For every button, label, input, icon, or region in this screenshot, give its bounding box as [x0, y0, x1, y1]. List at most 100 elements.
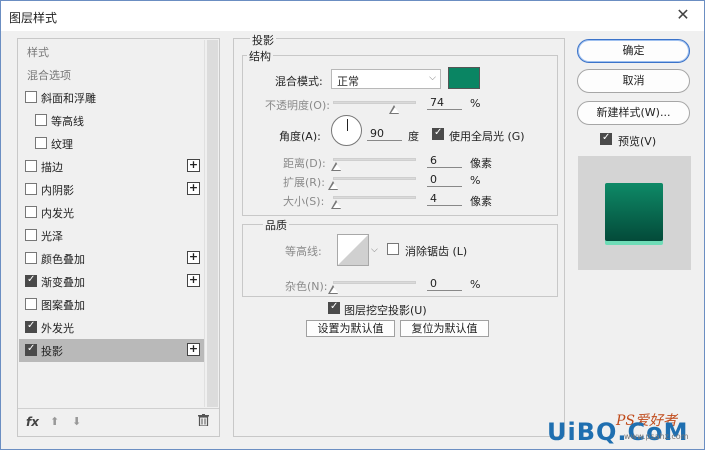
new-style-button[interactable]: 新建样式(W)...	[577, 101, 690, 125]
style-row[interactable]: 描边 +	[19, 155, 204, 178]
style-row[interactable]: 纹理	[19, 132, 204, 155]
style-row-label: 等高线	[51, 115, 84, 128]
layer-style-dialog: 图层样式 ✕ 样式 混合选项 斜面和浮雕等高线纹理描边 + 内阴影 + 内发光光泽颜色叠加 +…	[0, 0, 705, 450]
shadow-color-swatch[interactable]	[448, 67, 480, 89]
style-row-label: 内阴影	[41, 184, 74, 197]
angle-label: 角度(A):	[279, 130, 321, 143]
trash-icon[interactable]	[198, 414, 209, 429]
size-slider-track[interactable]	[333, 196, 416, 199]
preview-checkbox[interactable]	[600, 132, 612, 145]
style-row[interactable]: 混合选项	[19, 63, 204, 86]
chevron-down-icon: ⌵	[429, 73, 436, 83]
opacity-label: 不透明度(O):	[265, 99, 330, 112]
distance-input[interactable]: 6	[427, 154, 462, 168]
ok-button[interactable]: 确定	[577, 39, 690, 63]
preview-label: 预览(V)	[618, 135, 657, 148]
style-row[interactable]: 渐变叠加 +	[19, 270, 204, 293]
style-row-label: 描边	[41, 161, 63, 174]
style-row-label: 颜色叠加	[41, 253, 85, 266]
dialog-body: 样式混合选项斜面和浮雕等高线纹理描边 + 内阴影 + 内发光光泽颜色叠加 + 渐变叠加 + 图案…	[1, 31, 704, 449]
style-checkbox[interactable]	[25, 206, 37, 218]
knockout-checkbox[interactable]	[328, 301, 340, 314]
drop-shadow-panel: 投影 结构 混合模式: 正常 ⌵ 不透明度(O): 74 % 角度(A): 90…	[233, 32, 565, 437]
size-input[interactable]: 4	[427, 192, 462, 206]
style-checkbox[interactable]	[25, 252, 37, 264]
style-checkbox[interactable]	[25, 343, 37, 356]
arrow-up-icon[interactable]: ⬆	[50, 415, 59, 428]
blend-mode-select[interactable]: 正常 ⌵	[331, 69, 441, 89]
style-row-label: 光泽	[41, 230, 63, 243]
opacity-slider-track[interactable]	[333, 101, 416, 104]
spread-slider-track[interactable]	[333, 177, 416, 180]
noise-unit: %	[470, 278, 481, 291]
add-effect-icon[interactable]: +	[187, 343, 200, 356]
style-row[interactable]: 光泽	[19, 224, 204, 247]
noise-input[interactable]: 0	[427, 277, 462, 291]
opacity-slider-thumb[interactable]	[389, 105, 400, 114]
style-checkbox[interactable]	[35, 114, 47, 126]
distance-slider-thumb[interactable]	[331, 162, 342, 171]
style-row[interactable]: 内阴影 +	[19, 178, 204, 201]
style-row[interactable]: 等高线	[19, 109, 204, 132]
style-row-label: 图案叠加	[41, 299, 85, 312]
noise-label: 杂色(N):	[285, 280, 328, 293]
style-row[interactable]: 图案叠加	[19, 293, 204, 316]
arrow-down-icon[interactable]: ⬇	[72, 415, 81, 428]
angle-input[interactable]: 90	[367, 127, 402, 141]
style-row[interactable]: 投影 +	[19, 339, 204, 362]
contour-label: 等高线:	[285, 245, 322, 258]
add-effect-icon[interactable]: +	[187, 251, 200, 264]
style-checkbox[interactable]	[25, 183, 37, 195]
style-row[interactable]: 颜色叠加 +	[19, 247, 204, 270]
antialias-label: 消除锯齿 (L)	[405, 245, 468, 258]
cancel-button[interactable]: 取消	[577, 69, 690, 93]
style-row-label: 纹理	[51, 138, 73, 151]
style-row[interactable]: 内发光	[19, 201, 204, 224]
knockout-label: 图层挖空投影(U)	[344, 304, 427, 317]
styles-panel: 样式混合选项斜面和浮雕等高线纹理描边 + 内阴影 + 内发光光泽颜色叠加 + 渐变叠加 + 图案…	[17, 38, 220, 437]
scrollbar-thumb[interactable]	[207, 40, 218, 407]
close-icon[interactable]: ✕	[672, 7, 694, 24]
style-checkbox[interactable]	[25, 229, 37, 241]
style-checkbox[interactable]	[25, 91, 37, 103]
size-slider-thumb[interactable]	[331, 200, 342, 209]
antialias-checkbox[interactable]	[387, 243, 399, 255]
style-row[interactable]: 外发光	[19, 316, 204, 339]
style-row[interactable]: 样式	[19, 40, 204, 63]
title-bar: 图层样式 ✕	[1, 1, 704, 31]
style-preview	[578, 156, 691, 270]
fx-button[interactable]: fx	[26, 415, 39, 429]
add-effect-icon[interactable]: +	[187, 274, 200, 287]
add-effect-icon[interactable]: +	[187, 159, 200, 172]
chevron-down-icon[interactable]: ⌵	[371, 245, 378, 255]
style-row[interactable]: 斜面和浮雕	[19, 86, 204, 109]
spread-label: 扩展(R):	[283, 176, 325, 189]
noise-slider-track[interactable]	[333, 281, 416, 284]
structure-title: 结构	[247, 48, 273, 64]
distance-label: 距离(D):	[283, 157, 326, 170]
reset-default-button[interactable]: 复位为默认值	[400, 320, 489, 337]
structure-group: 结构 混合模式: 正常 ⌵ 不透明度(O): 74 % 角度(A): 90 度 …	[242, 48, 558, 216]
window-title: 图层样式	[9, 11, 58, 25]
style-checkbox[interactable]	[25, 274, 37, 287]
blend-mode-label: 混合模式:	[275, 75, 323, 88]
style-checkbox[interactable]	[25, 160, 37, 172]
opacity-unit: %	[470, 97, 481, 110]
style-checkbox[interactable]	[25, 298, 37, 310]
styles-scrollbar[interactable]	[204, 40, 219, 407]
add-effect-icon[interactable]: +	[187, 182, 200, 195]
contour-picker[interactable]	[337, 234, 369, 266]
quality-group: 品质 等高线: ⌵ 消除锯齿 (L) 杂色(N): 0 %	[242, 217, 558, 297]
spread-slider-thumb[interactable]	[328, 181, 339, 190]
style-checkbox[interactable]	[25, 320, 37, 333]
angle-dial[interactable]	[331, 115, 362, 146]
global-light-checkbox[interactable]	[432, 127, 444, 140]
styles-list: 样式混合选项斜面和浮雕等高线纹理描边 + 内阴影 + 内发光光泽颜色叠加 + 渐变叠加 + 图案…	[19, 40, 204, 407]
distance-slider-track[interactable]	[333, 158, 416, 161]
spread-input[interactable]: 0	[427, 173, 462, 187]
style-checkbox[interactable]	[35, 137, 47, 149]
noise-slider-thumb[interactable]	[328, 285, 339, 294]
opacity-input[interactable]: 74	[427, 96, 462, 110]
make-default-button[interactable]: 设置为默认值	[306, 320, 395, 337]
styles-footer: fx ⬆ ⬇	[18, 408, 219, 436]
